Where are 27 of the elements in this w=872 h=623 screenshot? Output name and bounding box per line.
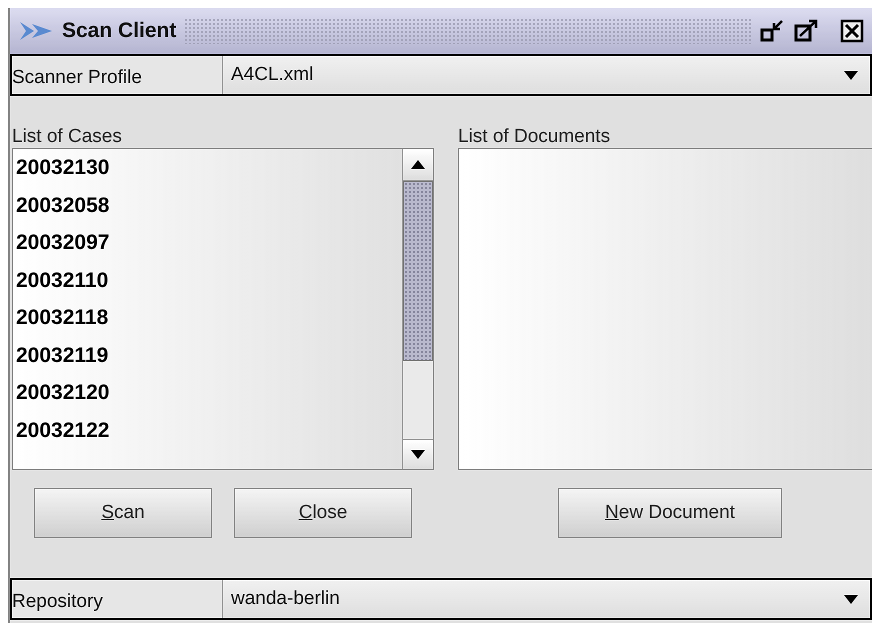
field-label: Repository — [12, 590, 104, 614]
profile-dropdown[interactable]: A4CL.xml — [222, 56, 870, 94]
push-button[interactable]: New Document — [558, 488, 782, 538]
scroll-thumb[interactable] — [403, 181, 433, 361]
case-item[interactable]: 20032118 — [16, 299, 402, 336]
case-item[interactable]: 20032058 — [16, 186, 402, 224]
dropdown-arrow-icon — [844, 594, 858, 604]
scrollbar[interactable] — [402, 149, 433, 469]
case-item[interactable]: 20032120 — [16, 374, 402, 412]
maximize-icon[interactable] — [794, 18, 820, 44]
case-item[interactable]: 20032110 — [16, 262, 402, 299]
push-button[interactable]: Scan — [34, 488, 212, 538]
scroll-down-icon — [411, 450, 425, 459]
case-item[interactable]: 20032119 — [16, 336, 402, 374]
list-label: List of Documents — [458, 126, 612, 148]
window-title: Scan Client — [62, 18, 176, 44]
case-item[interactable]: 20032130 — [16, 149, 402, 186]
field-label: Scanner Profile — [12, 66, 143, 90]
case-item[interactable]: 20032097 — [16, 224, 402, 262]
close-icon[interactable] — [840, 19, 864, 43]
list-label: List of Cases — [12, 126, 123, 148]
minimize-icon[interactable] — [760, 18, 786, 44]
case-item[interactable]: 20032122 — [16, 412, 402, 449]
repository-dropdown[interactable]: wanda-berlin — [222, 580, 870, 618]
push-button[interactable]: Close — [234, 488, 412, 538]
scroll-up-icon — [411, 160, 425, 169]
dropdown-arrow-icon — [844, 70, 858, 80]
